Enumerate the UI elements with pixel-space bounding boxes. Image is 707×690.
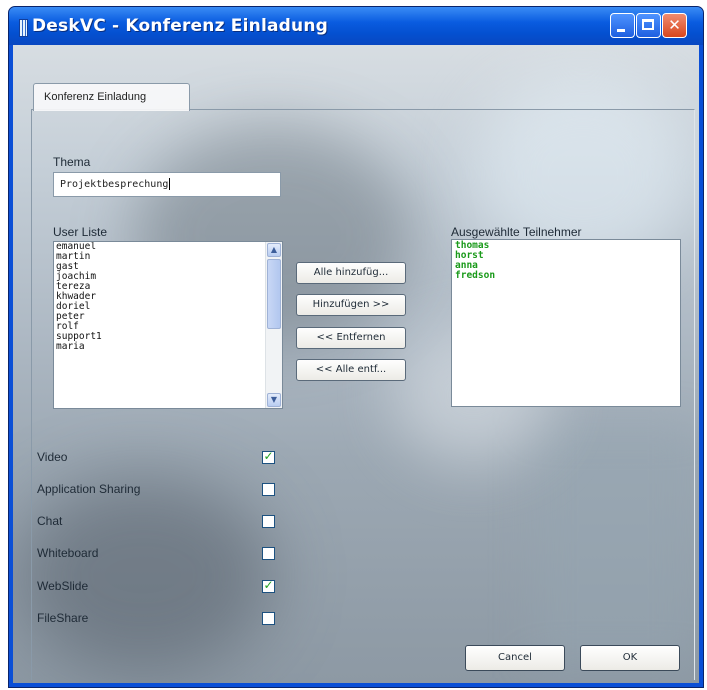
application-sharing-checkbox[interactable] [262, 483, 275, 496]
webslide-checkbox[interactable]: ✓ [262, 578, 275, 593]
dialog-body: Konferenz Einladung Thema Projektbesprec… [13, 45, 699, 683]
user-list-item[interactable]: doriel [56, 302, 264, 312]
close-icon: ✕ [668, 16, 681, 34]
close-button[interactable]: ✕ [662, 13, 687, 38]
maximize-icon [642, 19, 654, 30]
remove-all-button[interactable]: << Alle entf... [296, 359, 406, 381]
option-label-webslide: WebSlide [37, 579, 89, 593]
selected-items: thomas horst anna fredson [455, 241, 495, 281]
app-icon [19, 19, 28, 37]
thema-input[interactable]: Projektbesprechung [53, 172, 281, 197]
tab-konferenz-einladung[interactable]: Konferenz Einladung [33, 83, 190, 111]
add-all-button[interactable]: Alle hinzufüg... [296, 262, 406, 284]
checkmark-icon: ✓ [263, 578, 274, 592]
checkmark-icon: ✓ [263, 449, 274, 463]
option-label-fileshare: FileShare [37, 611, 89, 625]
user-list-item[interactable]: support1 [56, 332, 264, 342]
selected-list-label: Ausgewählte Teilnehmer [451, 225, 582, 239]
title-bar[interactable]: DeskVC - Konferenz Einladung ✕ [9, 7, 703, 45]
window-title: DeskVC - Konferenz Einladung [32, 16, 328, 36]
user-items: emanuel martin gast joachim tereza khwader dor… [56, 242, 264, 352]
minimize-button[interactable] [610, 13, 635, 38]
thema-label: Thema [53, 155, 91, 169]
whiteboard-checkbox[interactable] [262, 547, 275, 560]
video-checkbox[interactable]: ✓ [262, 449, 275, 464]
remove-button[interactable]: << Entfernen [296, 327, 406, 349]
ok-button[interactable]: OK [580, 645, 680, 671]
user-listbox[interactable]: emanuel martin gast joachim tereza khwader dor… [53, 241, 283, 409]
user-list-label: User Liste [53, 225, 108, 239]
option-label-video: Video [37, 450, 68, 464]
scroll-up-button[interactable]: ▲ [267, 243, 281, 257]
chat-checkbox[interactable] [262, 515, 275, 528]
user-list-scrollbar[interactable]: ▲ ▼ [265, 242, 282, 408]
text-caret [169, 178, 171, 190]
minimize-icon [617, 29, 625, 32]
option-label-application-sharing: Application Sharing [37, 482, 141, 496]
option-label-chat: Chat [37, 514, 63, 528]
user-list-item[interactable]: maria [56, 342, 264, 352]
add-button[interactable]: Hinzufügen >> [296, 294, 406, 316]
tab-label: Konferenz Einladung [44, 91, 147, 103]
user-list-item[interactable]: martin [56, 252, 264, 262]
scroll-thumb[interactable] [267, 259, 281, 329]
selected-listbox[interactable]: thomas horst anna fredson [451, 239, 681, 407]
user-list-item[interactable]: peter [56, 312, 264, 322]
selected-list-item[interactable]: fredson [455, 271, 495, 281]
scroll-down-button[interactable]: ▼ [267, 393, 281, 407]
option-label-whiteboard: Whiteboard [37, 546, 99, 560]
maximize-button[interactable] [636, 13, 661, 38]
fileshare-checkbox[interactable] [262, 612, 275, 625]
dialog-window: DeskVC - Konferenz Einladung ✕ Konferenz… [8, 6, 704, 688]
cancel-button[interactable]: Cancel [465, 645, 565, 671]
